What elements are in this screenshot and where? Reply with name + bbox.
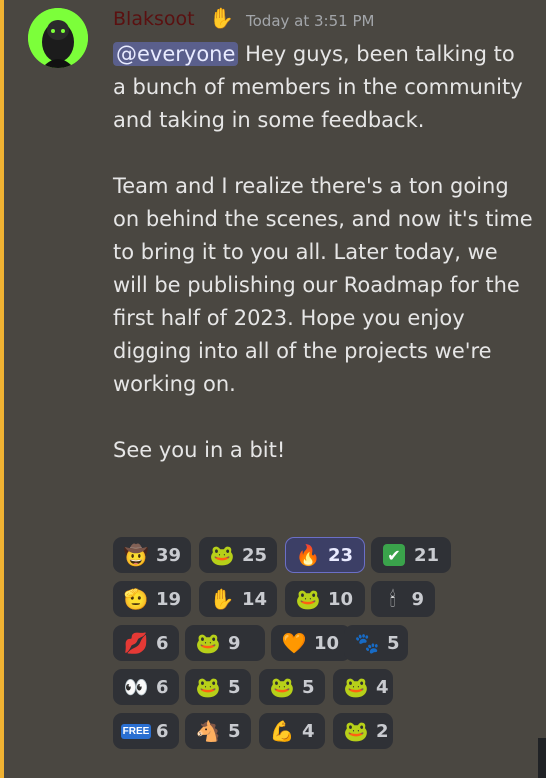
reaction-pepe-hat[interactable]: 🐸 4 bbox=[333, 669, 393, 705]
reaction-pepe-blue[interactable]: 🐸 9 bbox=[185, 625, 265, 661]
reaction-lips[interactable]: 💋 6 bbox=[113, 625, 179, 661]
reaction-black-hand[interactable]: ✋ 14 bbox=[199, 581, 277, 617]
candle-icon: 🕯 bbox=[389, 587, 396, 611]
message-timestamp[interactable]: Today at 3:51 PM bbox=[246, 12, 374, 30]
lips-icon: 💋 bbox=[123, 631, 149, 655]
reaction-animal[interactable]: 🐾 5 bbox=[344, 625, 408, 661]
pepe-blue-icon: 🐸 bbox=[195, 631, 221, 655]
free-badge-icon: FREE bbox=[120, 723, 152, 739]
reaction-count: 9 bbox=[228, 632, 241, 654]
message-container: Blaksoot ✋ Today at 3:51 PM @everyone He… bbox=[0, 0, 546, 778]
reaction-check-mark[interactable]: ✔ 21 bbox=[371, 537, 451, 573]
reactions-bar: 🤠 39 🐸 25 🔥 23 ✔ 21 🫡 19 ✋ 14 🐸 10 🕯 9 💋 6 🐸 9 🧡 10 🐾 5 👀 6 🐸 5 🐸 5 🐸 4… bbox=[113, 537, 543, 757]
reaction-count: 6 bbox=[156, 720, 169, 742]
reaction-fire[interactable]: 🔥 23 bbox=[285, 537, 365, 573]
reaction-saluting-face[interactable]: 🫡 19 bbox=[113, 581, 191, 617]
reaction-count: 5 bbox=[302, 676, 315, 698]
reaction-pepe-smile[interactable]: 🐸 5 bbox=[259, 669, 325, 705]
flexed-arm-icon: 💪 bbox=[269, 719, 295, 743]
reaction-pepe-frog[interactable]: 🐸 25 bbox=[199, 537, 277, 573]
reaction-row: FREE 6 🐴 5 💪 4 🐸 2 bbox=[113, 713, 543, 757]
reaction-count: 6 bbox=[156, 676, 169, 698]
reaction-count: 10 bbox=[328, 588, 354, 610]
reaction-count: 25 bbox=[242, 544, 268, 566]
reaction-count: 10 bbox=[314, 632, 340, 654]
reaction-pepe-green[interactable]: 🐸 10 bbox=[285, 581, 365, 617]
reaction-count: 4 bbox=[376, 676, 389, 698]
white-horse-icon: 🐴 bbox=[195, 719, 221, 743]
dripping-heart-icon: 🧡 bbox=[281, 631, 307, 655]
animal-icon: 🐾 bbox=[354, 631, 380, 655]
reaction-count: 5 bbox=[228, 676, 241, 698]
reaction-candle[interactable]: 🕯 9 bbox=[371, 581, 435, 617]
reaction-count: 5 bbox=[228, 720, 241, 742]
username[interactable]: Blaksoot bbox=[113, 8, 195, 30]
reaction-count: 6 bbox=[156, 632, 169, 654]
reaction-white-horse[interactable]: 🐴 5 bbox=[185, 713, 251, 749]
reaction-count: 19 bbox=[156, 588, 182, 610]
reaction-free-badge[interactable]: FREE 6 bbox=[113, 713, 179, 749]
reaction-count: 4 bbox=[302, 720, 315, 742]
pepe-cop-icon: 🐸 bbox=[343, 719, 369, 743]
pepe-green-icon: 🐸 bbox=[295, 587, 321, 611]
pepe-shrug-icon: 🐸 bbox=[195, 675, 221, 699]
pepe-sheriff-icon: 🤠 bbox=[123, 543, 149, 567]
reaction-count: 2 bbox=[376, 720, 389, 742]
reaction-count: 39 bbox=[156, 544, 182, 566]
reaction-row: 👀 6 🐸 5 🐸 5 🐸 4 bbox=[113, 669, 543, 713]
pepe-smile-icon: 🐸 bbox=[269, 675, 295, 699]
reaction-pepe-sheriff[interactable]: 🤠 39 bbox=[113, 537, 191, 573]
reaction-count: 9 bbox=[411, 588, 424, 610]
message-content: @everyone Hey guys, been talking to a bu… bbox=[113, 38, 533, 467]
reaction-row: 🤠 39 🐸 25 🔥 23 ✔ 21 bbox=[113, 537, 543, 581]
reaction-count: 23 bbox=[328, 544, 354, 566]
saluting-face-icon: 🫡 bbox=[123, 587, 149, 611]
black-hand-icon: ✋ bbox=[209, 6, 234, 30]
reaction-flexed-arm[interactable]: 💪 4 bbox=[259, 713, 325, 749]
reaction-count: 21 bbox=[414, 544, 440, 566]
reaction-dripping-heart[interactable]: 🧡 10 bbox=[271, 625, 351, 661]
pepe-frog-icon: 🐸 bbox=[209, 543, 235, 567]
scrollbar-corner bbox=[538, 738, 546, 778]
fire-icon: 🔥 bbox=[295, 543, 321, 567]
eyes-icon: 👀 bbox=[123, 675, 149, 699]
reaction-pepe-cop[interactable]: 🐸 2 bbox=[333, 713, 393, 749]
reaction-row: 🫡 19 ✋ 14 🐸 10 🕯 9 bbox=[113, 581, 543, 625]
user-avatar[interactable] bbox=[28, 8, 88, 68]
reaction-row: 💋 6 🐸 9 🧡 10 🐾 5 bbox=[113, 625, 543, 669]
pepe-hat-icon: 🐸 bbox=[343, 675, 369, 699]
check-mark-icon: ✔ bbox=[382, 543, 406, 567]
reaction-count: 5 bbox=[387, 632, 400, 654]
reaction-eyes[interactable]: 👀 6 bbox=[113, 669, 179, 705]
everyone-mention[interactable]: @everyone bbox=[113, 42, 239, 66]
message-text: Hey guys, been talking to a bunch of mem… bbox=[113, 42, 533, 462]
reaction-pepe-shrug[interactable]: 🐸 5 bbox=[185, 669, 251, 705]
reaction-count: 14 bbox=[242, 588, 268, 610]
black-hand-icon: ✋ bbox=[209, 587, 235, 611]
